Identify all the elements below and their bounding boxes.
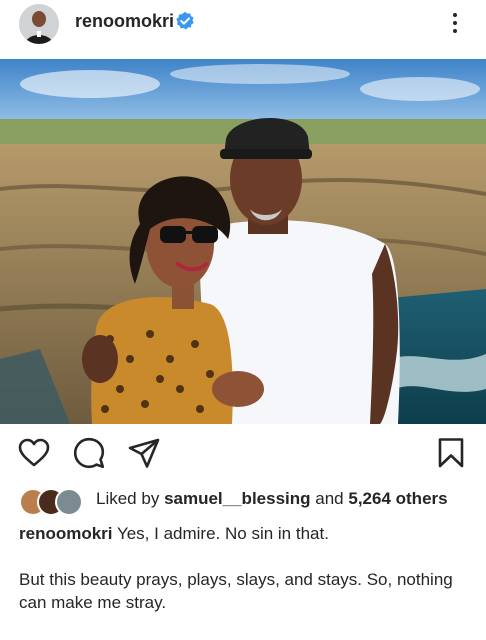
caption-line-1: renoomokri Yes, I admire. No sin in that…	[19, 522, 474, 545]
comment-icon	[73, 437, 105, 469]
bookmark-icon	[438, 438, 464, 468]
likes-others-count[interactable]: 5,264 others	[348, 489, 447, 508]
likes-row[interactable]: Liked by samuel__blessing and 5,264 othe…	[19, 486, 479, 516]
likes-connector: and	[315, 489, 344, 508]
more-options-icon[interactable]	[445, 8, 465, 38]
likes-text: Liked by samuel__blessing and 5,264 othe…	[96, 489, 448, 509]
more-dot	[453, 21, 457, 25]
liked-by-avatars	[19, 488, 89, 516]
share-icon	[128, 438, 160, 468]
avatar-image	[19, 4, 59, 44]
avatar	[55, 488, 83, 516]
liked-by-username[interactable]: samuel__blessing	[164, 489, 310, 508]
post-photo[interactable]	[0, 59, 486, 424]
caption-text-2: But this beauty prays, plays, slays, and…	[19, 570, 453, 612]
caption-text-1: Yes, I admire. No sin in that.	[116, 524, 329, 543]
post-actions	[0, 430, 486, 478]
comment-button[interactable]	[72, 436, 106, 470]
caption-username[interactable]: renoomokri	[19, 524, 113, 543]
heart-icon	[18, 438, 50, 467]
likes-prefix: Liked by	[96, 489, 160, 508]
save-button[interactable]	[434, 436, 468, 470]
verified-badge-icon	[176, 11, 194, 30]
post-username[interactable]: renoomokri	[75, 11, 174, 32]
post-image	[0, 59, 486, 424]
more-dot	[453, 29, 457, 33]
post-header: renoomokri	[0, 0, 486, 56]
avatar[interactable]	[19, 4, 59, 44]
more-dot	[453, 13, 457, 17]
like-button[interactable]	[17, 436, 51, 470]
post-caption: renoomokri Yes, I admire. No sin in that…	[19, 522, 474, 614]
share-button[interactable]	[127, 436, 161, 470]
